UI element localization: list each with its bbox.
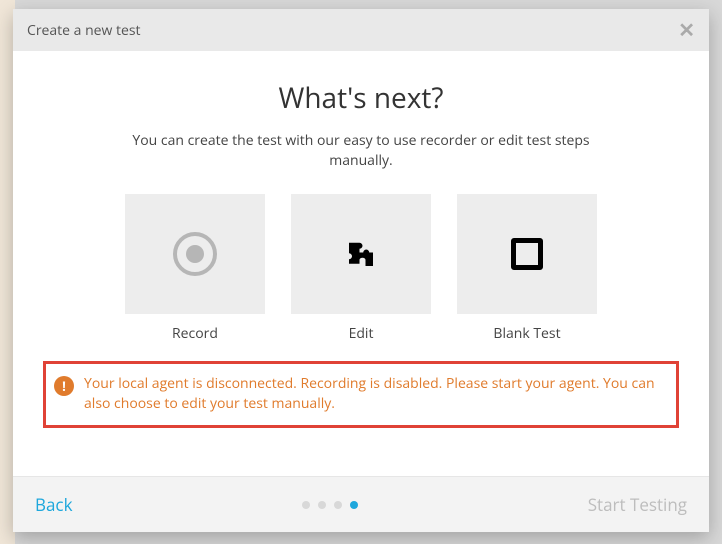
square-icon bbox=[511, 238, 543, 270]
option-blank[interactable]: Blank Test bbox=[457, 194, 597, 343]
option-record[interactable]: Record bbox=[125, 194, 265, 343]
option-edit[interactable]: Edit bbox=[291, 194, 431, 343]
option-edit-label: Edit bbox=[349, 324, 374, 343]
back-button[interactable]: Back bbox=[35, 493, 73, 516]
warning-banner: ! Your local agent is disconnected. Reco… bbox=[43, 361, 679, 428]
warning-text: Your local agent is disconnected. Record… bbox=[84, 374, 668, 415]
dialog-body: What's next? You can create the test wit… bbox=[13, 51, 709, 476]
option-blank-tile bbox=[457, 194, 597, 314]
app-backdrop: Create a new test ✕ What's next? You can… bbox=[0, 0, 722, 544]
step-dot-4 bbox=[350, 501, 358, 509]
record-icon bbox=[173, 232, 217, 276]
option-record-tile bbox=[125, 194, 265, 314]
warning-icon: ! bbox=[54, 376, 74, 396]
page-subtitle: You can create the test with our easy to… bbox=[101, 131, 621, 170]
step-dot-2 bbox=[318, 501, 326, 509]
page-heading: What's next? bbox=[43, 79, 679, 117]
start-testing-button[interactable]: Start Testing bbox=[588, 493, 687, 516]
close-icon[interactable]: ✕ bbox=[678, 20, 695, 40]
puzzle-icon bbox=[343, 236, 379, 272]
step-dot-3 bbox=[334, 501, 342, 509]
dialog-header: Create a new test ✕ bbox=[13, 9, 709, 51]
option-record-label: Record bbox=[172, 324, 218, 343]
dialog-footer: Back Start Testing bbox=[13, 476, 709, 532]
step-indicator bbox=[302, 501, 358, 509]
dialog-title: Create a new test bbox=[27, 21, 141, 40]
step-dot-1 bbox=[302, 501, 310, 509]
option-blank-label: Blank Test bbox=[493, 324, 560, 343]
option-edit-tile bbox=[291, 194, 431, 314]
create-test-dialog: Create a new test ✕ What's next? You can… bbox=[13, 9, 709, 532]
option-row: Record Edit Blank Test bbox=[43, 194, 679, 343]
